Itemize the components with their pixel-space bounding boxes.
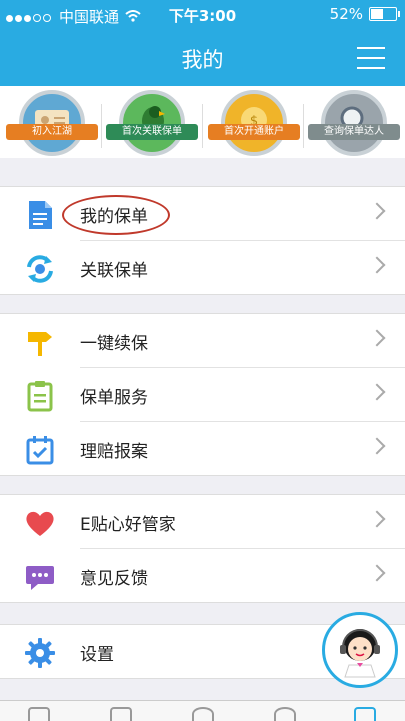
chevron-right-icon [368,329,386,347]
heart-icon [24,507,56,537]
chevron-right-icon [368,564,386,582]
menu-item-label: E贴心好管家 [80,515,176,535]
badge-item[interactable]: 查询保单达人 [308,90,400,156]
menu-item-housekeeper[interactable]: E贴心好管家 [0,495,405,548]
list-icon[interactable] [354,707,376,721]
badge-strip: 初入江湖 首次关联保单 $ 首次开通账户 查询保单达人 [0,86,405,158]
menu-item-feedback[interactable]: 意见反馈 [26,548,405,602]
customer-service-button[interactable] [322,612,398,688]
badge-label: 查询保单达人 [308,124,400,140]
menu-item-renew[interactable]: 一键续保 [0,314,405,367]
home-icon[interactable] [28,707,50,721]
calendar-check-icon [24,434,56,465]
badge-item[interactable]: 初入江湖 [6,90,98,156]
divider [303,104,304,148]
badge-item[interactable]: $ 首次开通账户 [208,90,300,156]
menu-item-label: 理赔报案 [80,442,148,462]
menu-icon[interactable] [357,47,385,71]
magnifier-icon [321,90,387,156]
chevron-right-icon [368,256,386,274]
menu-item-label: 保单服务 [80,388,148,408]
menu-item-my-policy[interactable]: 我的保单 [0,187,405,240]
page-title: 我的 [181,48,224,72]
chevron-right-icon [368,510,386,528]
divider [202,104,203,148]
customer-service-avatar-icon [325,629,395,689]
gear-icon [24,637,56,668]
menu-group-services: 一键续保 保单服务 理赔报案 [0,313,405,476]
clipboard-icon [24,380,56,412]
battery-percent: 52% [329,5,363,23]
menu-group-policies: 我的保单 关联保单 [0,186,405,295]
compass-icon[interactable] [192,707,214,721]
sync-icon [24,253,56,283]
box-icon[interactable] [110,707,132,721]
divider [101,104,102,148]
tab-bar [0,700,405,721]
id-card-icon [19,90,85,156]
menu-item-label: 一键续保 [80,334,148,354]
badge-label: 首次开通账户 [208,124,300,140]
badge-label: 首次关联保单 [106,124,198,140]
menu-item-label: 意见反馈 [80,569,148,589]
menu-item-label: 我的保单 [80,207,148,227]
menu-item-link-policy[interactable]: 关联保单 [27,240,405,294]
status-bar: 中国联通 下午3:00 52% [0,0,405,30]
menu-item-policy-service[interactable]: 保单服务 [27,367,405,421]
person-icon[interactable] [274,707,296,721]
chat-bubble-icon [24,561,56,591]
chevron-right-icon [368,437,386,455]
badge-label: 初入江湖 [6,124,98,140]
header: 我的 [0,30,405,86]
battery-icon [369,7,400,21]
coin-icon: $ [221,90,287,156]
signpost-icon [24,326,56,356]
menu-group-support: E贴心好管家 意见反馈 [0,494,405,603]
badge-item[interactable]: 首次关联保单 [106,90,198,156]
document-icon [24,199,56,229]
menu-item-label: 设置 [80,645,114,665]
parrot-icon [119,90,185,156]
menu-item-label: 关联保单 [80,261,148,281]
chevron-right-icon [368,383,386,401]
chevron-right-icon [368,202,386,220]
menu-item-claim[interactable]: 理赔报案 [26,421,405,475]
